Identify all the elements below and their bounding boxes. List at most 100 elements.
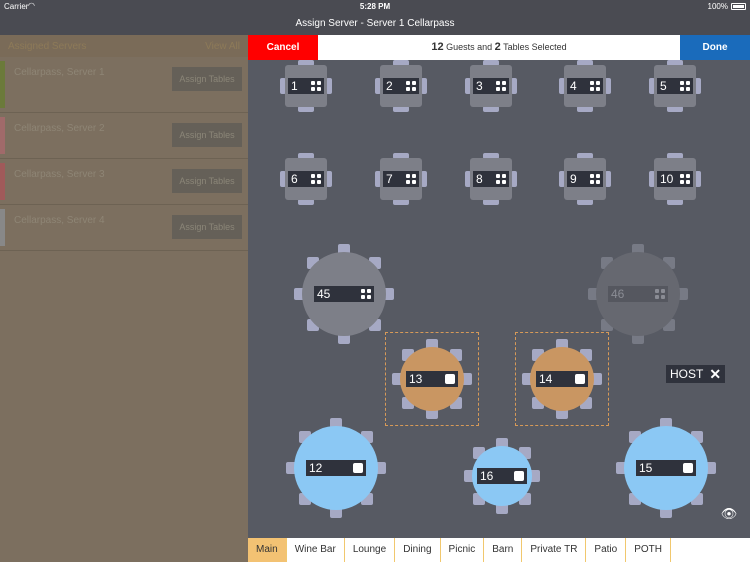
checkbox-icon (575, 374, 585, 384)
table-label: 4 (567, 78, 603, 94)
table-number: 2 (386, 79, 393, 93)
server-row[interactable]: Cellarpass, Server 3 Assign Tables (0, 159, 248, 205)
tab-dining[interactable]: Dining (395, 538, 441, 562)
tab-barn[interactable]: Barn (484, 538, 523, 562)
guests-count: 12 (431, 41, 444, 53)
table-label: 5 (657, 78, 693, 94)
tab-private-tr[interactable]: Private TR (522, 538, 587, 562)
view-all-link[interactable]: View All (205, 41, 240, 52)
host-marker[interactable]: HOST ✕ (666, 365, 726, 383)
server-list-header: Assigned Servers View All (0, 35, 248, 57)
room-tabs: Main Wine Bar Lounge Dining Picnic Barn Privat… (248, 538, 750, 562)
assign-tables-button[interactable]: Assign Tables (172, 67, 242, 91)
table-10[interactable]: 10 (644, 148, 706, 210)
grid-icon (655, 289, 665, 299)
tab-poth[interactable]: POTH (626, 538, 671, 562)
tab-main[interactable]: Main (248, 538, 287, 562)
table-label: 10 (657, 171, 693, 187)
server-row[interactable]: Cellarpass, Server 2 Assign Tables (0, 113, 248, 159)
table-label: 7 (383, 171, 419, 187)
tab-lounge[interactable]: Lounge (345, 538, 396, 562)
server-row[interactable]: Cellarpass, Server 4 Assign Tables (0, 205, 248, 251)
table-number: 10 (660, 172, 674, 186)
table-number: 9 (570, 172, 577, 186)
assign-tables-button[interactable]: Assign Tables (172, 123, 242, 147)
table-number: 7 (386, 172, 393, 186)
checkbox-icon (445, 374, 455, 384)
eye-icon[interactable]: 👁 (718, 506, 740, 524)
table-4[interactable]: 4 (554, 55, 616, 117)
grid-icon (361, 289, 371, 299)
assign-tables-button[interactable]: Assign Tables (172, 169, 242, 193)
table-label: 14 (536, 371, 588, 387)
grid-icon (496, 174, 506, 184)
floor-plan: HOST ✕ 👁 1 2 3 4 5 6 7 8 9 10 45 46 13 14 12 16 15 (248, 60, 750, 538)
table-label: 15 (636, 460, 696, 476)
table-label: 2 (383, 78, 419, 94)
server-color-stripe (0, 209, 5, 246)
server-list-title: Assigned Servers (8, 40, 87, 52)
table-number: 5 (660, 79, 667, 93)
server-list-panel: Assigned Servers View All Cellarpass, Se… (0, 35, 248, 562)
tab-picnic[interactable]: Picnic (441, 538, 485, 562)
table-13[interactable]: 13 (390, 337, 474, 421)
table-number: 1 (291, 79, 298, 93)
table-number: 8 (476, 172, 483, 186)
server-row[interactable]: Cellarpass, Server 1 Assign Tables (0, 57, 248, 113)
tables-count: 2 (494, 41, 501, 53)
battery-percent: 100% (707, 2, 728, 11)
checkbox-icon (683, 463, 693, 473)
table-label: 1 (288, 78, 324, 94)
grid-icon (406, 174, 416, 184)
table-46[interactable]: 46 (586, 242, 690, 346)
table-1[interactable]: 1 (275, 55, 337, 117)
table-6[interactable]: 6 (275, 148, 337, 210)
table-number: 45 (317, 287, 331, 301)
grid-icon (311, 174, 321, 184)
server-name: Cellarpass, Server 1 (14, 67, 105, 78)
grid-icon (311, 81, 321, 91)
status-bar: Carrier ◠ 5:28 PM 100% (0, 0, 750, 13)
table-8[interactable]: 8 (460, 148, 522, 210)
table-2[interactable]: 2 (370, 55, 432, 117)
battery-icon (731, 3, 746, 10)
table-45[interactable]: 45 (292, 242, 396, 346)
grid-icon (680, 81, 690, 91)
table-label: 16 (477, 468, 527, 484)
table-14[interactable]: 14 (520, 337, 604, 421)
table-number: 15 (639, 461, 653, 475)
table-12[interactable]: 12 (284, 416, 388, 520)
table-7[interactable]: 7 (370, 148, 432, 210)
table-3[interactable]: 3 (460, 55, 522, 117)
close-icon[interactable]: ✕ (709, 366, 721, 383)
server-color-stripe (0, 61, 5, 108)
grid-icon (496, 81, 506, 91)
tables-text: Tables Selected (503, 42, 567, 52)
table-number: 46 (611, 287, 625, 301)
table-number: 16 (480, 469, 494, 483)
tab-wine-bar[interactable]: Wine Bar (287, 538, 345, 562)
grid-icon (590, 81, 600, 91)
table-number: 14 (539, 372, 553, 386)
assign-tables-button[interactable]: Assign Tables (172, 215, 242, 239)
table-9[interactable]: 9 (554, 148, 616, 210)
table-number: 4 (570, 79, 577, 93)
host-label: HOST (670, 367, 704, 381)
table-number: 3 (476, 79, 483, 93)
table-16[interactable]: 16 (462, 436, 542, 516)
table-5[interactable]: 5 (644, 55, 706, 117)
server-color-stripe (0, 163, 5, 200)
checkbox-icon (353, 463, 363, 473)
table-label: 3 (473, 78, 509, 94)
server-name: Cellarpass, Server 4 (14, 215, 105, 226)
table-number: 13 (409, 372, 423, 386)
guests-text: Guests and (446, 42, 493, 52)
table-label: 45 (314, 286, 374, 302)
table-label: 8 (473, 171, 509, 187)
table-15[interactable]: 15 (614, 416, 718, 520)
server-name: Cellarpass, Server 2 (14, 123, 105, 134)
grid-icon (406, 81, 416, 91)
tab-patio[interactable]: Patio (586, 538, 627, 562)
table-label: 6 (288, 171, 324, 187)
grid-icon (680, 174, 690, 184)
